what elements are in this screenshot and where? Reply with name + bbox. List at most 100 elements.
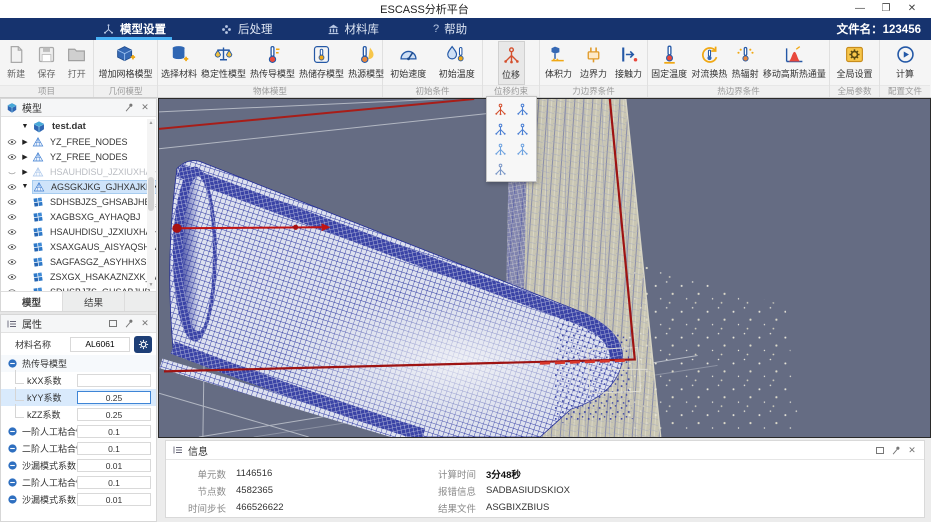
scroll-up-icon[interactable]: ▲ xyxy=(147,119,155,127)
contact-force-button[interactable]: 接触力 xyxy=(613,41,644,85)
thermal-radiation-button[interactable]: 热辐射 xyxy=(730,41,761,85)
select-material-button[interactable]: 选择材料 xyxy=(159,41,199,85)
displacement-option-xy[interactable] xyxy=(492,121,508,137)
node-count-label: 节点数 xyxy=(174,484,236,498)
heat-conduction-model-button[interactable]: 热传导模型 xyxy=(248,41,297,85)
result-file-label: 结果文件 xyxy=(406,501,486,515)
tree-item[interactable]: SDHSBJZS_GHSABJHB_ZAHU xyxy=(1,284,156,291)
tree-root[interactable]: ▼ test.dat xyxy=(1,119,156,134)
kzz-input[interactable] xyxy=(77,408,151,421)
caret-right-icon[interactable]: ▶ xyxy=(21,138,29,146)
displacement-option-yz[interactable] xyxy=(492,141,508,157)
stability-model-button[interactable]: 稳定性模型 xyxy=(199,41,248,85)
displacement-option-free[interactable] xyxy=(492,161,508,177)
fixed-temperature-button[interactable]: 固定温度 xyxy=(649,41,689,85)
caret-down-icon[interactable]: ▼ xyxy=(21,183,29,190)
tree-item-selected[interactable]: ▼ AGSGKJKG_GJHXAJKHXA xyxy=(1,179,156,194)
tab-results[interactable]: 结果 xyxy=(63,292,125,311)
maximize-button[interactable]: ❐ xyxy=(875,2,897,16)
close-icon[interactable]: ✕ xyxy=(906,444,918,456)
tree-scrollbar[interactable]: ▲ ▼ xyxy=(147,119,155,289)
displacement-option-x[interactable] xyxy=(515,141,531,157)
collapse-icon[interactable] xyxy=(7,477,18,488)
viscosity3-input[interactable] xyxy=(77,476,151,489)
grid-icon xyxy=(32,226,44,238)
new-button[interactable]: 新建 xyxy=(4,41,29,85)
kxx-input[interactable] xyxy=(77,374,151,387)
initial-temperature-button[interactable]: 初始温度 xyxy=(437,41,477,85)
heat-storage-model-button[interactable]: 热储存模型 xyxy=(297,41,346,85)
viscosity1-input[interactable] xyxy=(77,425,151,438)
material-name-row: 材料名称 xyxy=(1,333,156,355)
eye-icon[interactable] xyxy=(6,227,18,237)
initial-velocity-button[interactable]: 初始速度 xyxy=(388,41,428,85)
viscosity2-input[interactable] xyxy=(77,442,151,455)
eye-icon[interactable] xyxy=(6,242,18,252)
heat-source-model-button[interactable]: 热源模型 xyxy=(346,41,386,85)
compute-icon xyxy=(895,44,916,65)
displacement-option-xz[interactable] xyxy=(515,121,531,137)
caret-down-icon[interactable]: ▼ xyxy=(21,123,29,130)
tab-model-settings[interactable]: 模型设置 xyxy=(88,18,180,40)
minimize-button[interactable]: — xyxy=(849,2,871,16)
add-mesh-model-button[interactable]: 增加网格模型 xyxy=(96,41,154,85)
compute-button[interactable]: 计算 xyxy=(893,41,918,85)
restore-icon[interactable] xyxy=(107,318,119,330)
eye-icon[interactable] xyxy=(6,212,18,222)
scrollbar-thumb[interactable] xyxy=(148,177,154,211)
collapse-icon[interactable] xyxy=(7,358,18,369)
eye-icon[interactable] xyxy=(6,257,18,267)
displacement-button[interactable]: 位移 xyxy=(498,41,525,85)
collapse-icon[interactable] xyxy=(7,426,18,437)
hourglass1-input[interactable] xyxy=(77,459,151,472)
save-button[interactable]: 保存 xyxy=(34,41,59,85)
conduction-group-row[interactable]: 热传导模型 xyxy=(1,355,156,372)
moving-gaussian-flux-button[interactable]: 移动高斯热通量 xyxy=(761,41,828,85)
material-settings-button[interactable] xyxy=(134,336,152,353)
material-name-input[interactable] xyxy=(70,337,130,352)
eye-off-icon[interactable] xyxy=(6,167,18,177)
close-icon[interactable]: ✕ xyxy=(139,102,151,114)
tab-material-library[interactable]: 材料库 xyxy=(313,18,394,40)
close-button[interactable]: ✕ xyxy=(901,2,923,16)
pin-icon[interactable] xyxy=(890,444,902,456)
hourglass2-input[interactable] xyxy=(77,493,151,506)
restore-icon[interactable] xyxy=(874,444,886,456)
body-force-button[interactable]: 体积力 xyxy=(543,41,574,85)
open-button[interactable]: 打开 xyxy=(64,41,89,85)
convection-button[interactable]: 对流换热 xyxy=(689,41,729,85)
global-settings-button[interactable]: 全局设置 xyxy=(834,41,874,85)
tree-item[interactable]: ZSXGX_HSAKAZNZXK_AMASX xyxy=(1,269,156,284)
tree-item[interactable]: ▶ HSAUHDISU_JZXIUXHAHX xyxy=(1,164,156,179)
caret-right-icon[interactable]: ▶ xyxy=(21,153,29,161)
collapse-icon[interactable] xyxy=(7,443,18,454)
scroll-down-icon[interactable]: ▼ xyxy=(147,281,155,289)
tree-item[interactable]: XAGBSXG_AYHAQBJ xyxy=(1,209,156,224)
tree-item[interactable]: HSAUHDISU_JZXIUXHAHX xyxy=(1,224,156,239)
eye-icon[interactable] xyxy=(6,137,18,147)
pin-icon[interactable] xyxy=(123,318,135,330)
tree-item[interactable]: ▶ YZ_FREE_NODES xyxy=(1,134,156,149)
tab-help[interactable]: ? 帮助 xyxy=(419,18,481,40)
tab-post-processing[interactable]: 后处理 xyxy=(206,18,287,40)
boundary-force-button[interactable]: 边界力 xyxy=(578,41,609,85)
pin-icon[interactable] xyxy=(123,102,135,114)
displacement-option-xyz[interactable] xyxy=(515,101,531,117)
group-label: 配置文件 xyxy=(880,85,930,97)
tree-item[interactable]: ▶ YZ_FREE_NODES xyxy=(1,149,156,164)
displacement-option-xyz-red[interactable] xyxy=(492,101,508,117)
eye-icon[interactable] xyxy=(6,152,18,162)
eye-icon[interactable] xyxy=(6,272,18,282)
caret-right-icon[interactable]: ▶ xyxy=(21,168,29,176)
eye-icon[interactable] xyxy=(6,182,18,192)
collapse-icon[interactable] xyxy=(7,494,18,505)
tree-item[interactable]: SDHSBJZS_GHSABJHB_ZAHU xyxy=(1,194,156,209)
collapse-icon[interactable] xyxy=(7,460,18,471)
viewport-3d[interactable] xyxy=(158,98,931,438)
tree-item[interactable]: XSAXGAUS_AISYAQSH_ASHX xyxy=(1,239,156,254)
kyy-input[interactable] xyxy=(77,391,151,404)
tree-item[interactable]: SAGFASGZ_ASYHHXSN xyxy=(1,254,156,269)
close-icon[interactable]: ✕ xyxy=(139,318,151,330)
eye-icon[interactable] xyxy=(6,197,18,207)
tab-model[interactable]: 模型 xyxy=(1,292,63,311)
